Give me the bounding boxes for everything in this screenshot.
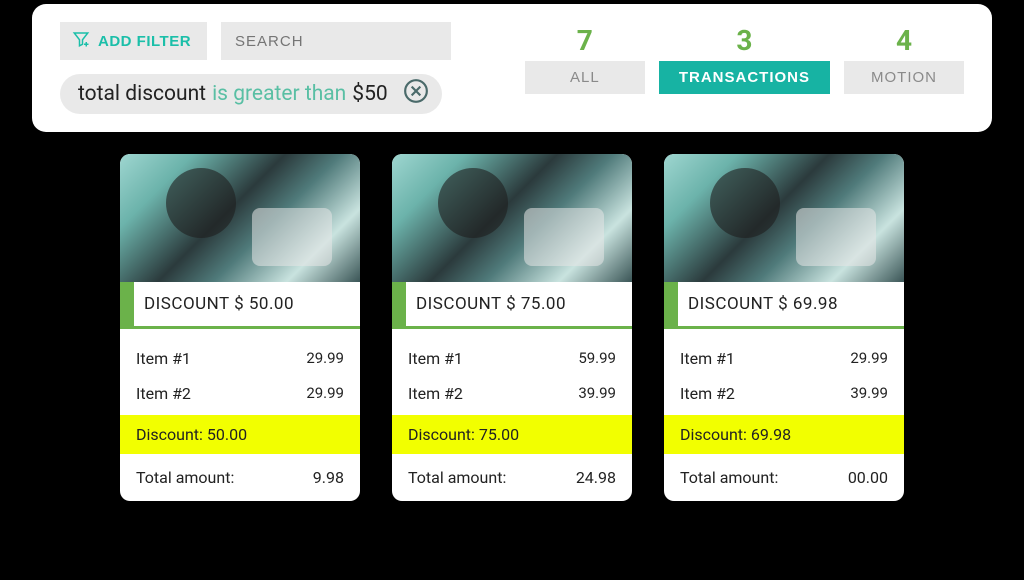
tab-all: 7 ALL bbox=[525, 24, 645, 94]
filter-top-row: ADD FILTER bbox=[60, 22, 495, 60]
filter-funnel-icon bbox=[72, 30, 90, 52]
tab-motion-count: 4 bbox=[896, 24, 912, 57]
filters-left: ADD FILTER total discount is greater tha… bbox=[60, 22, 495, 114]
item-price: 39.99 bbox=[578, 384, 616, 403]
card-body: Item #1 29.99 Item #2 39.99 Discount: 69… bbox=[664, 329, 904, 501]
card-discount-title: DISCOUNT $ 75.00 bbox=[406, 282, 632, 326]
card-thumbnail bbox=[392, 154, 632, 282]
card-discount-title: DISCOUNT $ 50.00 bbox=[134, 282, 360, 326]
line-item: Item #2 39.99 bbox=[406, 376, 618, 411]
item-price: 29.99 bbox=[850, 349, 888, 368]
card-discount-title: DISCOUNT $ 69.98 bbox=[678, 282, 904, 326]
item-name: Item #1 bbox=[136, 349, 191, 368]
tab-all-count: 7 bbox=[577, 24, 593, 57]
tab-transactions-count: 3 bbox=[736, 24, 752, 57]
filter-chip-field: total discount bbox=[78, 82, 206, 106]
tab-all-button[interactable]: ALL bbox=[525, 61, 645, 94]
total-row: Total amount: 9.98 bbox=[134, 458, 346, 487]
line-item: Item #1 29.99 bbox=[134, 341, 346, 376]
card-accent-stripe bbox=[392, 282, 406, 326]
tab-transactions-button[interactable]: TRANSACTIONS bbox=[659, 61, 830, 94]
item-price: 29.99 bbox=[306, 384, 344, 403]
card-header: DISCOUNT $ 75.00 bbox=[392, 282, 632, 326]
tab-motion-button[interactable]: MOTION bbox=[844, 61, 964, 94]
total-row: Total amount: 00.00 bbox=[678, 458, 890, 487]
card-body: Item #1 29.99 Item #2 29.99 Discount: 50… bbox=[120, 329, 360, 501]
search-input[interactable] bbox=[221, 22, 451, 60]
tab-transactions: 3 TRANSACTIONS bbox=[659, 24, 830, 94]
add-filter-button[interactable]: ADD FILTER bbox=[60, 22, 207, 60]
transaction-card[interactable]: DISCOUNT $ 69.98 Item #1 29.99 Item #2 3… bbox=[664, 154, 904, 501]
item-name: Item #2 bbox=[136, 384, 191, 403]
remove-filter-button[interactable] bbox=[402, 80, 430, 108]
card-accent-stripe bbox=[120, 282, 134, 326]
item-price: 39.99 bbox=[850, 384, 888, 403]
item-name: Item #2 bbox=[408, 384, 463, 403]
line-item: Item #2 39.99 bbox=[678, 376, 890, 411]
category-tabs: 7 ALL 3 TRANSACTIONS 4 MOTION bbox=[525, 22, 964, 94]
total-label: Total amount: bbox=[408, 468, 506, 487]
line-item: Item #1 59.99 bbox=[406, 341, 618, 376]
close-circle-icon bbox=[403, 78, 429, 110]
total-label: Total amount: bbox=[136, 468, 234, 487]
add-filter-label: ADD FILTER bbox=[98, 33, 191, 50]
cards-row: DISCOUNT $ 50.00 Item #1 29.99 Item #2 2… bbox=[0, 132, 1024, 501]
item-price: 29.99 bbox=[306, 349, 344, 368]
filter-chip[interactable]: total discount is greater than $50 bbox=[60, 74, 442, 114]
tab-motion: 4 MOTION bbox=[844, 24, 964, 94]
discount-highlight: Discount: 50.00 bbox=[120, 415, 360, 454]
item-price: 59.99 bbox=[578, 349, 616, 368]
card-header: DISCOUNT $ 69.98 bbox=[664, 282, 904, 326]
item-name: Item #2 bbox=[680, 384, 735, 403]
line-item: Item #1 29.99 bbox=[678, 341, 890, 376]
card-header: DISCOUNT $ 50.00 bbox=[120, 282, 360, 326]
card-accent-stripe bbox=[664, 282, 678, 326]
filter-chip-value: $50 bbox=[352, 82, 387, 106]
total-row: Total amount: 24.98 bbox=[406, 458, 618, 487]
line-item: Item #2 29.99 bbox=[134, 376, 346, 411]
transaction-card[interactable]: DISCOUNT $ 50.00 Item #1 29.99 Item #2 2… bbox=[120, 154, 360, 501]
total-label: Total amount: bbox=[680, 468, 778, 487]
card-thumbnail bbox=[664, 154, 904, 282]
filter-chip-operator: is greater than bbox=[212, 82, 346, 106]
discount-highlight: Discount: 69.98 bbox=[664, 415, 904, 454]
total-value: 9.98 bbox=[313, 468, 344, 487]
card-body: Item #1 59.99 Item #2 39.99 Discount: 75… bbox=[392, 329, 632, 501]
card-thumbnail bbox=[120, 154, 360, 282]
discount-highlight: Discount: 75.00 bbox=[392, 415, 632, 454]
filter-bar: ADD FILTER total discount is greater tha… bbox=[32, 4, 992, 132]
item-name: Item #1 bbox=[408, 349, 463, 368]
item-name: Item #1 bbox=[680, 349, 735, 368]
transaction-card[interactable]: DISCOUNT $ 75.00 Item #1 59.99 Item #2 3… bbox=[392, 154, 632, 501]
total-value: 24.98 bbox=[576, 468, 616, 487]
total-value: 00.00 bbox=[848, 468, 888, 487]
